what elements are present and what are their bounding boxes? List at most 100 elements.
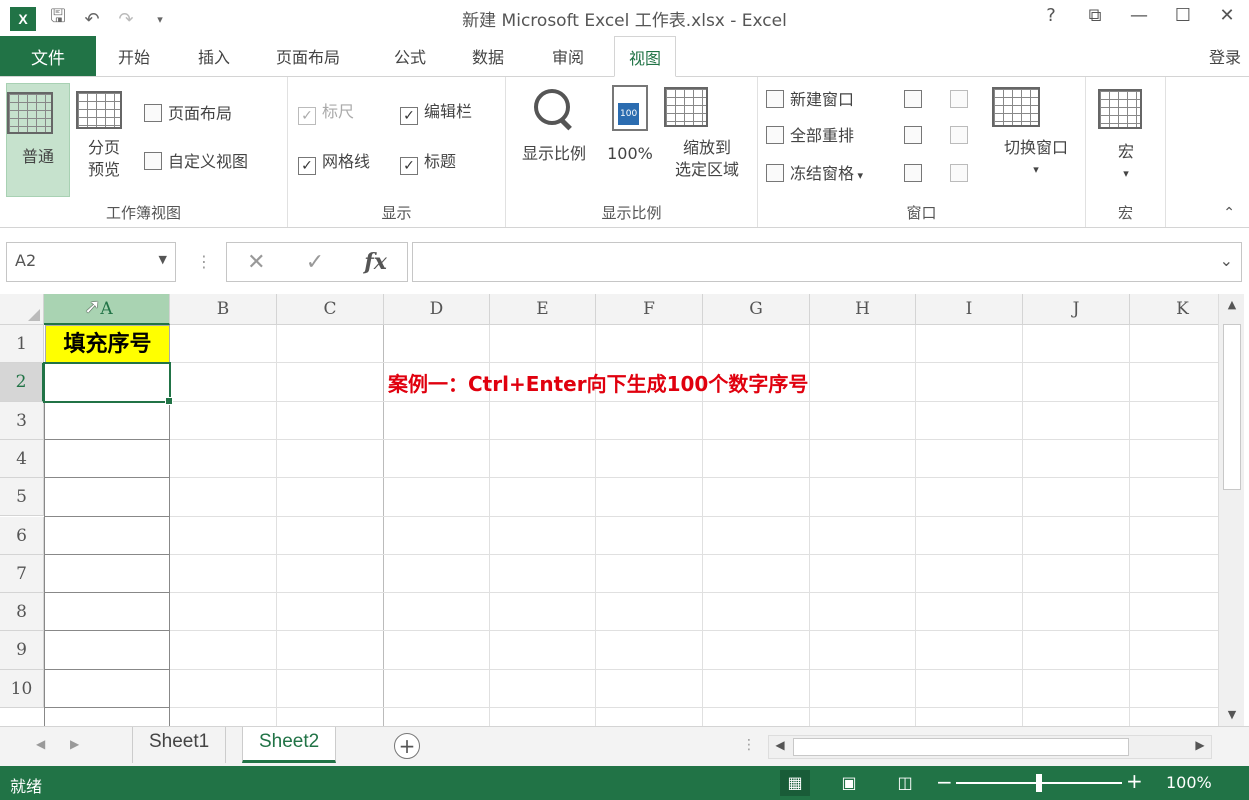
tab-file[interactable]: 文件 [0, 36, 96, 76]
row-header-7[interactable]: 7 [0, 554, 44, 594]
tab-insert[interactable]: 插入 [198, 44, 230, 68]
worksheet-grid[interactable]: ABCDEFGHIJK 1 2 3 4 5 6 7 8 9 10 填充序号 案例一：Ctrl+En… [0, 294, 1218, 726]
zoom-level[interactable]: 100% [1166, 773, 1212, 792]
page-break-preview-button[interactable]: 分页 预览 [76, 91, 132, 201]
view-side-by-side-button[interactable] [950, 89, 974, 111]
group-label-window: 窗口 [906, 204, 937, 222]
scroll-right-icon[interactable]: ▶ [1189, 738, 1211, 752]
horizontal-scrollbar[interactable]: ◀ ▶ [768, 735, 1212, 759]
grid-column-line [1129, 325, 1130, 726]
tab-page-layout[interactable]: 页面布局 [276, 44, 340, 68]
page-break-status-icon[interactable]: ◫ [890, 770, 920, 796]
select-all-button[interactable] [0, 294, 44, 325]
sheet-tab-sheet1[interactable]: Sheet1 [132, 727, 227, 763]
column-header-c[interactable]: C [277, 294, 384, 325]
scroll-down-icon[interactable]: ▼ [1219, 704, 1245, 726]
zoom-slider-thumb[interactable] [1036, 774, 1042, 792]
scroll-up-icon[interactable]: ▲ [1219, 294, 1245, 316]
new-window-button[interactable]: 新建窗口 [766, 89, 854, 111]
ruler-checkbox[interactable]: ✓ 标尺 [298, 101, 354, 125]
split-button[interactable] [904, 89, 928, 111]
column-header-g[interactable]: G [703, 294, 810, 325]
add-sheet-button[interactable]: + [394, 733, 420, 759]
row-header-1[interactable]: 1 [0, 325, 44, 364]
column-header-k[interactable]: K [1130, 294, 1218, 325]
row-header-4[interactable]: 4 [0, 439, 44, 479]
freeze-panes-button[interactable]: 冻结窗格 ▾ [766, 163, 863, 187]
arrange-all-button[interactable]: 全部重排 [766, 125, 854, 147]
enter-icon[interactable]: ✓ [306, 250, 324, 275]
row-header-3[interactable]: 3 [0, 401, 44, 440]
hide-icon [904, 126, 922, 144]
zoom-in-icon[interactable]: + [1126, 769, 1143, 793]
help-button[interactable]: ? [1029, 2, 1073, 30]
sheet-tabs-bar: ◀ ▶ Sheet1 Sheet2 + ⋮ ◀ ▶ [0, 726, 1249, 766]
scroll-left-icon[interactable]: ◀ [769, 738, 791, 752]
headings-checkbox[interactable]: ✓ 标题 [400, 151, 456, 175]
cancel-icon[interactable]: ✕ [247, 250, 265, 275]
column-header-j[interactable]: J [1023, 294, 1130, 325]
normal-view-button[interactable]: 普通 [6, 83, 70, 197]
row-header-10[interactable]: 10 [0, 669, 44, 708]
minimize-button[interactable]: — [1117, 2, 1161, 30]
reset-window-position-button[interactable] [950, 163, 974, 185]
row-header-2[interactable]: 2 [0, 363, 44, 402]
maximize-button[interactable]: ☐ [1161, 2, 1205, 30]
macros-button[interactable]: 宏 ▾ [1098, 89, 1154, 185]
tab-data[interactable]: 数据 [472, 44, 504, 68]
tab-home[interactable]: 开始 [118, 44, 150, 68]
zoom-button[interactable]: 显示比例 [512, 87, 596, 165]
column-header-f[interactable]: F [596, 294, 703, 325]
gridlines-checkbox[interactable]: ✓ 网格线 [298, 151, 370, 175]
zoom-to-selection-button[interactable]: 缩放到 选定区域 [664, 87, 750, 181]
page-layout-status-icon[interactable]: ▣ [834, 770, 864, 796]
name-box[interactable]: A2 ▼ [6, 242, 176, 282]
vertical-scrollbar[interactable]: ▲ ▼ [1218, 294, 1244, 726]
row-header-5[interactable]: 5 [0, 478, 44, 517]
prev-sheet-icon[interactable]: ◀ [36, 737, 45, 751]
unhide-button[interactable] [904, 163, 928, 185]
custom-views-button[interactable]: 自定义视图 [144, 151, 248, 173]
group-window: 新建窗口 全部重排 冻结窗格 ▾ 切换窗口 ▾ 窗口 [758, 77, 1086, 227]
login-link[interactable]: 登录 [1209, 44, 1241, 68]
column-header-d[interactable]: D [384, 294, 490, 325]
close-button[interactable]: ✕ [1205, 2, 1249, 30]
grid-row-line [44, 477, 1218, 479]
switch-windows-button[interactable]: 切换窗口 ▾ [992, 87, 1080, 181]
column-header-a[interactable]: A [44, 294, 170, 325]
synchronous-scrolling-button[interactable] [950, 125, 974, 147]
hide-button[interactable] [904, 125, 928, 147]
collapse-ribbon-icon[interactable]: ⌃ [1223, 205, 1235, 221]
formula-input[interactable]: ⌄ [412, 242, 1242, 282]
column-header-h[interactable]: H [810, 294, 916, 325]
next-sheet-icon[interactable]: ▶ [70, 737, 79, 751]
ribbon: 普通 分页 预览 页面布局 自定义视图 工作簿视图 ✓ 标尺 ✓ 编辑栏 ✓ 网格线 … [0, 76, 1249, 228]
page-layout-icon [144, 104, 162, 122]
row-header-9[interactable]: 9 [0, 631, 44, 670]
row-header-8[interactable]: 8 [0, 593, 44, 632]
page-layout-view-button[interactable]: 页面布局 [144, 103, 232, 125]
sheet-tab-sheet2[interactable]: Sheet2 [242, 727, 337, 763]
chevron-down-icon[interactable]: ▼ [159, 253, 167, 266]
cell-a-border-line [44, 630, 170, 632]
horizontal-scroll-thumb[interactable] [793, 738, 1129, 756]
zoom-100-button[interactable]: 100 100% [602, 85, 658, 165]
tab-split-grip-icon[interactable]: ⋮ [742, 737, 756, 753]
tab-review[interactable]: 审阅 [552, 44, 584, 68]
insert-function-icon[interactable]: fx [364, 249, 387, 275]
vertical-scroll-thumb[interactable] [1223, 324, 1241, 490]
formula-bar-grip-icon[interactable]: ⋮ [196, 252, 212, 271]
column-header-b[interactable]: B [170, 294, 277, 325]
column-header-e[interactable]: E [490, 294, 596, 325]
normal-view-status-icon[interactable]: ▦ [780, 770, 810, 796]
cell-a1[interactable]: 填充序号 [45, 325, 170, 363]
ribbon-display-options-button[interactable]: ⧉ [1073, 2, 1117, 30]
tab-view[interactable]: 视图 [614, 36, 677, 77]
column-header-i[interactable]: I [916, 294, 1023, 325]
active-cell-a2[interactable] [43, 362, 173, 405]
row-header-6[interactable]: 6 [0, 516, 44, 555]
tab-formulas[interactable]: 公式 [394, 44, 426, 68]
formula-bar-checkbox[interactable]: ✓ 编辑栏 [400, 101, 472, 125]
zoom-out-icon[interactable]: − [936, 770, 953, 794]
expand-formula-bar-icon[interactable]: ⌄ [1220, 251, 1233, 270]
